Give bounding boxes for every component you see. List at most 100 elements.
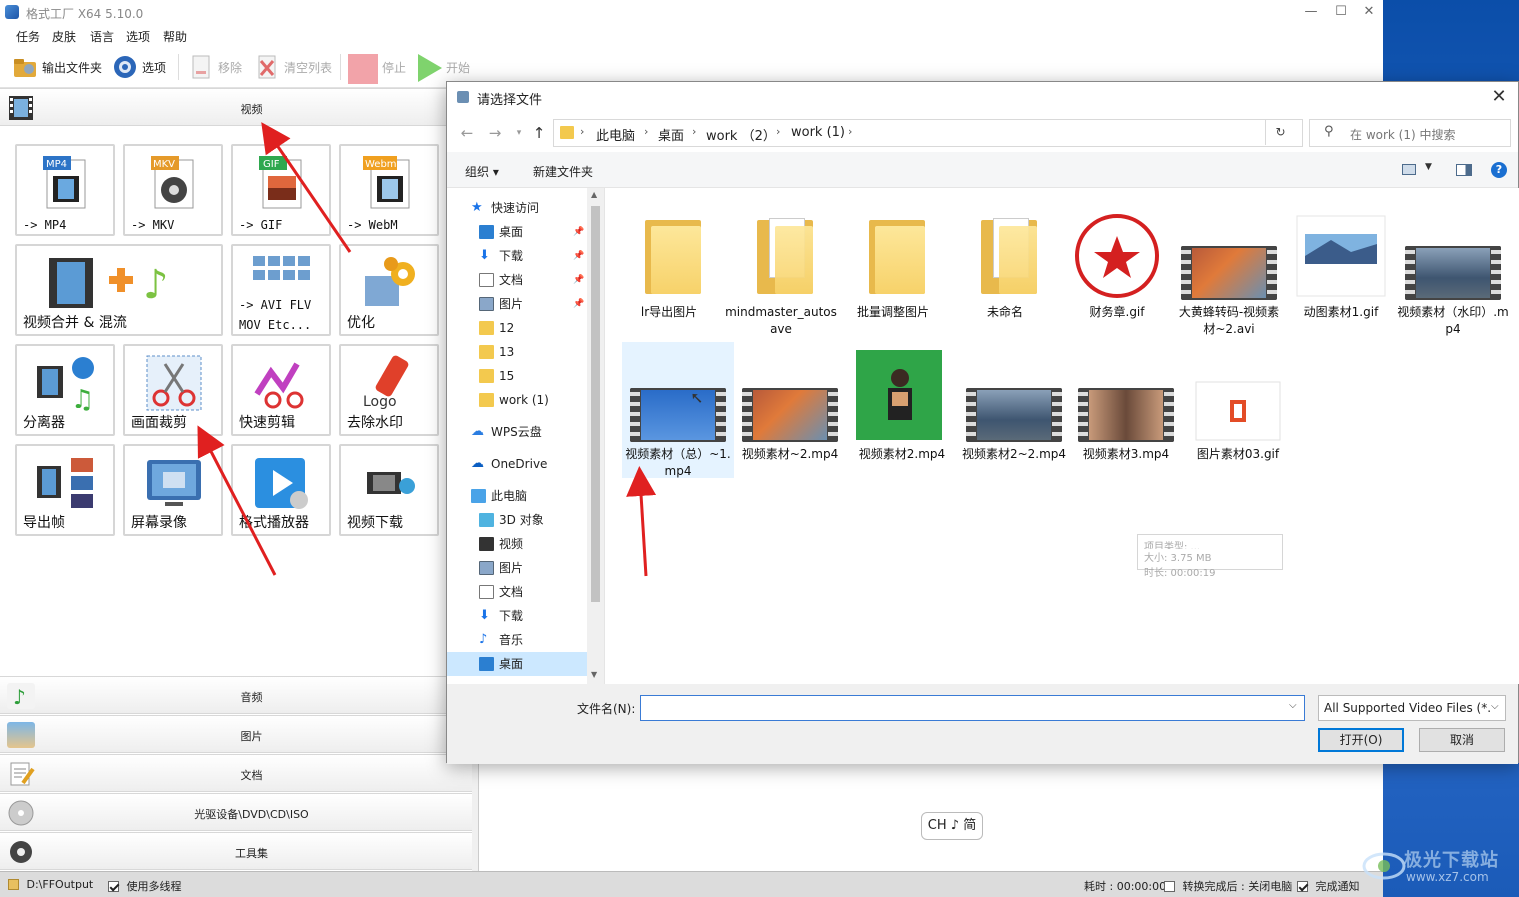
file-item-8[interactable]: 视频素材（水印）.mp4 [1397,200,1509,336]
file-item-3[interactable]: 批量调整图片 [837,200,949,336]
refresh-icon[interactable]: ↻ [1265,119,1295,145]
menu-language[interactable]: 语言 [90,28,114,45]
clear-list-button[interactable]: 清空列表 [254,54,332,80]
close-app-icon[interactable]: ✕ [1354,2,1384,22]
file-item-5[interactable]: 财务章.gif [1061,200,1173,336]
file-item-12[interactable]: 视频素材2~2.mp4 [958,342,1070,478]
help-icon[interactable]: ? [1491,162,1507,178]
nav-item-14[interactable]: 视频 [447,532,587,556]
options-button[interactable]: 选项 [112,54,166,80]
file-item-11[interactable]: 视频素材2.mp4 [846,342,958,478]
file-item-14[interactable]: 图片素材03.gif [1182,342,1294,478]
nav-item-9[interactable]: work (1) [447,388,587,412]
nav-item-7[interactable]: 13 [447,340,587,364]
breadcrumb-desktop[interactable]: 桌面 [658,125,684,144]
filename-dropdown-icon[interactable]: ⌵ [1289,700,1297,711]
new-folder-button[interactable]: 新建文件夹 [533,163,593,180]
cancel-button[interactable]: 取消 [1419,728,1505,752]
filename-input[interactable] [640,695,1305,721]
search-input[interactable]: ⚲ 在 work (1) 中搜索 [1309,119,1511,147]
nav-item-17[interactable]: ⬇ 下载 [447,604,587,628]
file-item-7[interactable]: 动图素材1.gif [1285,200,1397,336]
forward-arrow-icon[interactable]: → [485,123,505,143]
nav-item-10[interactable]: ☁ WPS云盘 [447,420,587,444]
start-button[interactable]: 开始 [416,54,470,82]
scroll-up-icon[interactable]: ▲ [591,190,597,199]
tile-video-download[interactable]: 视频下载 [339,444,439,536]
file-item-1[interactable]: lr导出图片 [613,200,725,336]
category-video[interactable]: 视频 [0,88,472,126]
nav-item-15[interactable]: 图片 [447,556,587,580]
file-item-10[interactable]: 视频素材~2.mp4 [734,342,846,478]
nav-item-3[interactable]: ⬇ 下载 📌 [447,244,587,268]
tile-avi-flv-mov[interactable]: -> AVI FLV MOV Etc... [231,244,331,336]
minimize-icon[interactable]: — [1296,2,1326,22]
tile-quick-edit[interactable]: 快速剪辑 [231,344,331,436]
stop-button[interactable]: 停止 [348,54,406,84]
maximize-icon[interactable]: ☐ [1326,2,1356,22]
menu-skin[interactable]: 皮肤 [52,28,76,45]
scroll-down-icon[interactable]: ▼ [591,670,597,679]
file-item-4[interactable]: 未命名 [949,200,1061,336]
tile-to-webm[interactable]: Webm -> WebM [339,144,439,236]
tile-splitter[interactable]: ♫ 分离器 [15,344,115,436]
ime-indicator[interactable]: CH ♪ 简 [921,812,983,840]
file-item-2[interactable]: mindmaster_autosave [725,200,837,336]
notify-checkbox[interactable]: 完成通知 [1297,878,1360,894]
nav-item-16[interactable]: 文档 [447,580,587,604]
tile-screen-record[interactable]: 屏幕录像 [123,444,223,536]
category-optical[interactable]: 光驱设备\DVD\CD\ISO [0,793,472,831]
tile-to-mp4[interactable]: MP4 -> MP4 [15,144,115,236]
tile-player[interactable]: 格式播放器 [231,444,331,536]
nav-scrollbar[interactable]: ▲ ▼ [587,188,604,684]
breadcrumb-work-1[interactable]: work (1) [791,125,845,140]
breadcrumb-work-2[interactable]: work （2） [706,125,776,144]
tile-to-gif[interactable]: GIF -> GIF [231,144,331,236]
nav-item-5[interactable]: 图片 📌 [447,292,587,316]
tile-optimize[interactable]: 优化 [339,244,439,336]
breadcrumb-this-pc[interactable]: 此电脑 [596,125,635,144]
category-audio[interactable]: ♪ 音频 [0,676,472,714]
organize-button[interactable]: 组织 ▾ [465,163,499,180]
nav-scroll-thumb[interactable] [591,206,600,602]
category-image[interactable]: 图片 [0,715,472,753]
tile-crop[interactable]: 画面裁剪 [123,344,223,436]
back-arrow-icon[interactable]: ← [457,123,477,143]
recent-chevron-icon[interactable]: ▾ [509,123,529,143]
category-tools[interactable]: 工具集 [0,832,472,870]
nav-item-12[interactable]: 此电脑 [447,484,587,508]
dialog-close-icon[interactable]: ✕ [1484,84,1514,110]
output-folder-button[interactable]: 输出文件夹 [12,54,102,80]
nav-item-8[interactable]: 15 [447,364,587,388]
view-chevron-icon[interactable]: ▼ [1425,162,1432,172]
nav-item-19[interactable]: 桌面 [447,652,587,676]
menu-options[interactable]: 选项 [126,28,150,45]
address-bar[interactable]: › 此电脑 › 桌面 › work （2） › work (1) › ⌵ [553,119,1348,147]
tile-video-merge[interactable]: ♪ 视频合并 & 混流 [15,244,223,336]
category-document[interactable]: 文档 [0,754,472,792]
output-path-status[interactable]: D:\FFOutput [8,878,93,891]
nav-item-18[interactable]: ♪ 音乐 [447,628,587,652]
tile-export-frames[interactable]: 导出帧 [15,444,115,536]
remove-button[interactable]: 移除 [188,54,242,80]
file-item-9[interactable]: 视频素材（总）~1.mp4 [622,342,734,478]
up-arrow-icon[interactable]: ↑ [529,123,549,143]
file-item-6[interactable]: 大黄蜂转码-视频素材~2.avi [1173,200,1285,336]
nav-item-2[interactable]: 桌面 📌 [447,220,587,244]
nav-item-11[interactable]: ☁ OneDrive [447,452,587,476]
preview-pane-icon[interactable] [1456,164,1472,176]
filetype-select[interactable]: All Supported Video Files (*. [1318,695,1506,721]
nav-item-6[interactable]: 12 [447,316,587,340]
view-options-icon[interactable] [1402,164,1416,175]
multithread-checkbox[interactable]: 使用多线程 [108,878,182,894]
menu-task[interactable]: 任务 [16,28,40,45]
tile-remove-watermark[interactable]: Logo 去除水印 [339,344,439,436]
tile-to-mkv[interactable]: MKV -> MKV [123,144,223,236]
nav-item-4[interactable]: 文档 📌 [447,268,587,292]
nav-item-13[interactable]: 3D 对象 [447,508,587,532]
open-button[interactable]: 打开(O) [1318,728,1404,752]
nav-item-1[interactable]: ★ 快速访问 [447,196,587,220]
after-convert-checkbox[interactable]: 转换完成后 : 关闭电脑 [1164,878,1292,894]
filetype-dropdown-icon[interactable]: ⌵ [1491,701,1499,712]
menu-help[interactable]: 帮助 [163,28,187,45]
